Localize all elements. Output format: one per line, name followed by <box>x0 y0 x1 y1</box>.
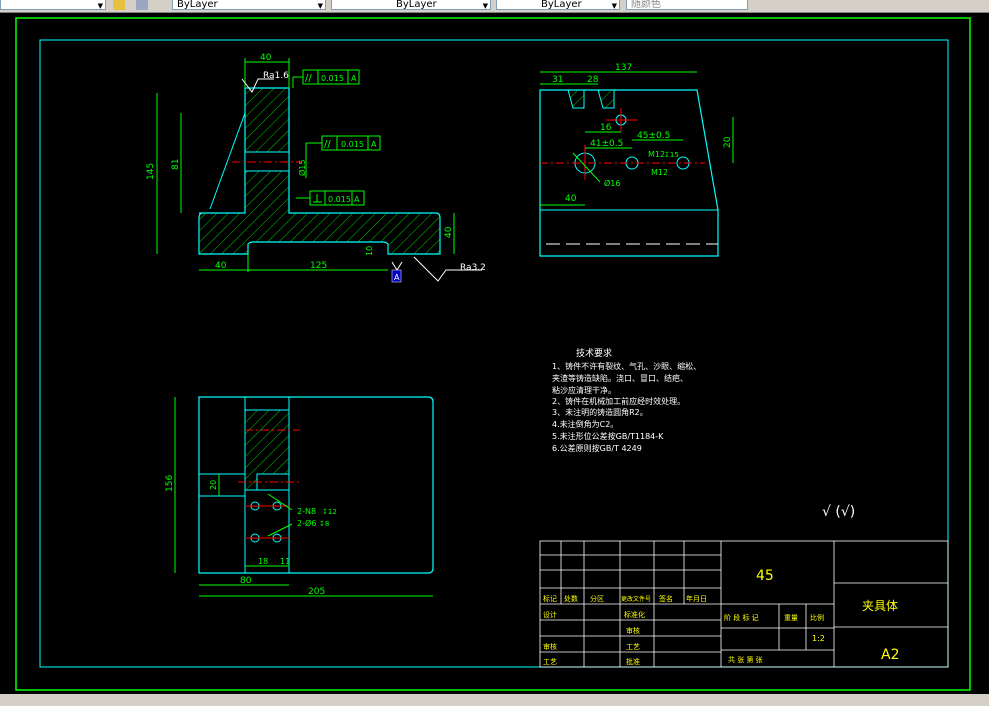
svg-text://: // <box>324 139 331 150</box>
label-date: 年月日 <box>686 594 707 603</box>
label-count: 处数 <box>564 594 578 603</box>
dim-205: 205 <box>308 587 325 597</box>
tech-req-line: 2、铸件在机械加工前应经时效处理。 <box>552 396 685 406</box>
properties-toolbar: ▼ ByLayer ▼ ByLayer ▼ ByLayer ▼ 随颜色 <box>0 0 989 13</box>
tolerance-datum-1: A <box>351 74 357 83</box>
layer-state-icon[interactable] <box>136 0 148 10</box>
lineweight-dropdown[interactable]: ByLayer ▼ <box>496 0 620 10</box>
roughness-top: Ra1.6 <box>263 71 289 81</box>
drawing-frame <box>39 39 949 668</box>
dim-height-inner: 81 <box>171 159 181 170</box>
tech-req-line: 粘沙应清理干净。 <box>552 385 616 395</box>
dim-base-inner: 125 <box>310 261 327 271</box>
tech-req-line: 3、未注明的铸造圆角R2。 <box>552 407 648 417</box>
label-weight: 重量 <box>784 614 798 622</box>
dim-base-left: 40 <box>215 261 227 271</box>
dim-base-height: 40 <box>444 226 454 238</box>
dim-height-total: 145 <box>146 163 156 180</box>
top-view: 2-N8 ↧12 2-Ø6 ↧8 156 20 80 205 18 11 <box>165 396 434 597</box>
dim-41: 41±0.5 <box>590 139 623 149</box>
material: 45 <box>756 568 774 584</box>
label-zone: 分区 <box>590 594 604 603</box>
label-check: 审核 <box>626 626 640 635</box>
label-process-2: 工艺 <box>543 658 557 666</box>
dim-80: 80 <box>240 576 252 586</box>
dim-width-total: 137 <box>615 63 632 73</box>
dim-hole-diameter: Ø15 <box>297 160 307 176</box>
label-sheets: 共 张 第 张 <box>728 655 763 664</box>
dim-45: 45±0.5 <box>637 131 670 141</box>
dim-left-31: 31 <box>552 75 563 85</box>
hole-note: 2-Ø6 <box>297 518 316 528</box>
lineweight-dropdown-value: ByLayer <box>541 0 582 10</box>
scale-value: 1:2 <box>812 634 825 643</box>
label-scale: 比例 <box>810 613 824 622</box>
part-name: 夹具体 <box>862 599 898 613</box>
dim-bottom-40: 40 <box>565 194 577 204</box>
dim-left-28: 28 <box>587 75 599 85</box>
plotstyle-dropdown[interactable]: 随颜色 <box>626 0 748 10</box>
pin-depth: ↧12 <box>322 508 337 516</box>
tech-req-line: 夹渣等铸造缺陷。浇口、冒口、结疤、 <box>552 373 688 383</box>
label-process: 工艺 <box>626 643 640 651</box>
tolerance-perpendicular: 0.015 <box>328 195 351 204</box>
label-stage: 阶 段 标 记 <box>724 613 759 622</box>
tech-req-line: 6.公差原则按GB/T 4249 <box>552 443 642 453</box>
cad-drawing: 40 Ra1.6 // 0.015 A // 0.015 A Ø15 0.015… <box>15 17 971 691</box>
tolerance-datum-2: A <box>371 140 377 149</box>
chevron-down-icon: ▼ <box>611 2 617 10</box>
dim-right-20: 20 <box>723 136 733 148</box>
tolerance-datum-3: A <box>354 195 360 204</box>
chevron-down-icon: ▼ <box>97 2 103 10</box>
thread-1: M12 <box>648 150 665 159</box>
roughness-note: √ (√) <box>822 504 855 520</box>
drawing-number: A2 <box>881 647 899 663</box>
front-view: 40 Ra1.6 // 0.015 A // 0.015 A Ø15 0.015… <box>146 53 486 283</box>
label-mark: 标记 <box>543 594 557 603</box>
tech-req-line: 4.未注倒角为C2。 <box>552 419 618 429</box>
label-standard: 标准化 <box>624 610 645 619</box>
dim-20: 20 <box>209 480 218 490</box>
label-review: 审核 <box>543 642 557 651</box>
label-change-doc: 更改文件号 <box>621 595 651 603</box>
tech-req-title: 技术要求 <box>576 347 612 359</box>
hole-diameter: Ø16 <box>604 178 620 188</box>
paper-border <box>15 17 971 691</box>
drawing-canvas[interactable]: 40 Ra1.6 // 0.015 A // 0.015 A Ø15 0.015… <box>0 13 989 693</box>
label-approve: 批准 <box>626 657 640 666</box>
side-view: 137 31 28 16 41±0.5 45±0.5 M12 ↧15 M12 Ø… <box>539 63 734 257</box>
thread-2: M12 <box>651 168 668 177</box>
tech-req-line: 5.未注形位公差按GB/T1184-K <box>552 431 664 441</box>
linetype-dropdown-value: ByLayer <box>396 0 437 10</box>
chevron-down-icon: ▼ <box>317 2 323 10</box>
tech-requirements: 技术要求 1、铸件不许有裂纹、气孔、沙眼、缩松、 夹渣等铸造缺陷。浇口、冒口、结… <box>552 347 855 520</box>
dim-height-156: 156 <box>165 475 175 492</box>
thread-1-depth: ↧15 <box>664 151 679 159</box>
datum-marker: A <box>394 273 400 282</box>
pin-note: 2-N8 <box>297 507 316 516</box>
label-design: 设计 <box>543 610 557 619</box>
dim-11: 11 <box>280 557 290 566</box>
hole-depth: ↧8 <box>319 520 329 528</box>
color-dropdown-value: ByLayer <box>177 0 218 10</box>
dim-small: 10 <box>365 246 374 256</box>
dim-18: 18 <box>258 557 268 566</box>
tech-req-line: 1、铸件不许有裂纹、气孔、沙眼、缩松、 <box>552 361 701 371</box>
dim-16: 16 <box>600 123 612 133</box>
plotstyle-dropdown-value: 随颜色 <box>631 0 661 10</box>
status-strip <box>0 694 989 706</box>
color-dropdown[interactable]: ByLayer ▼ <box>172 0 326 10</box>
roughness-bottom: Ra3.2 <box>460 263 486 273</box>
tolerance-parallel-2: 0.015 <box>341 140 364 149</box>
tolerance-parallel-1: 0.015 <box>321 74 344 83</box>
chevron-down-icon: ▼ <box>482 2 488 10</box>
linetype-dropdown[interactable]: ByLayer ▼ <box>331 0 491 10</box>
label-sign: 签名 <box>659 594 673 603</box>
layer-dropdown[interactable]: ▼ <box>0 0 106 10</box>
svg-text://: // <box>305 73 312 84</box>
dim-top-width: 40 <box>260 53 272 63</box>
layer-icon[interactable] <box>113 0 125 10</box>
